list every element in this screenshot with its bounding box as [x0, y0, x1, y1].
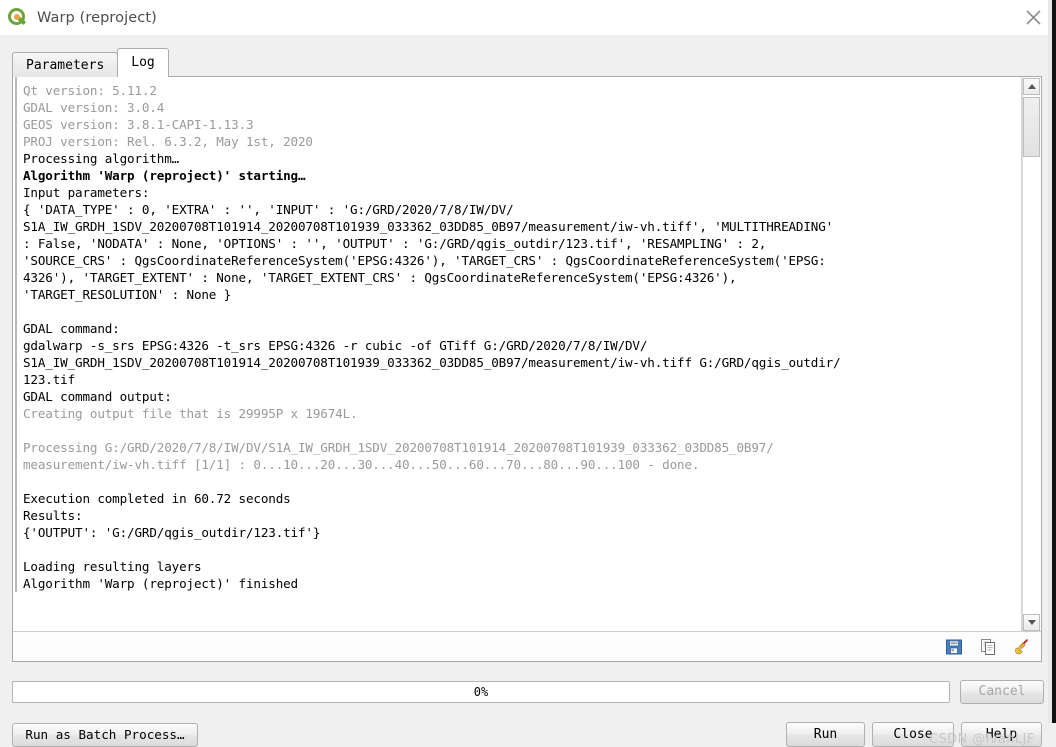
scroll-down-arrow-icon[interactable]: [1023, 614, 1040, 631]
tab-parameters[interactable]: Parameters: [12, 52, 119, 77]
log-line: measurement/iw-vh.tiff [1/1] : 0...10...…: [23, 457, 700, 472]
log-line: 123.tif: [23, 372, 76, 387]
save-icon[interactable]: [944, 637, 964, 657]
log-line: GDAL version: 3.0.4: [23, 100, 165, 115]
log-scroll-area[interactable]: Qt version: 5.11.2 GDAL version: 3.0.4 GEO…: [13, 77, 1022, 632]
log-line: { 'DATA_TYPE' : 0, 'EXTRA' : '', 'INPUT'…: [23, 202, 514, 217]
cancel-button[interactable]: Cancel: [960, 680, 1044, 704]
log-vertical-scrollbar[interactable]: [1022, 78, 1040, 631]
title-bar: Warp (reproject): [0, 0, 1056, 35]
log-line: 'SOURCE_CRS' : QgsCoordinateReferenceSys…: [23, 253, 826, 268]
tab-log[interactable]: Log: [117, 48, 169, 77]
scroll-up-arrow-icon[interactable]: [1023, 78, 1040, 95]
window-edge-dark: [1052, 0, 1056, 723]
log-line: Processing algorithm…: [23, 151, 180, 166]
log-line: 'TARGET_RESOLUTION' : None }: [23, 287, 232, 302]
log-text-content: Qt version: 5.11.2 GDAL version: 3.0.4 GEO…: [15, 77, 1021, 592]
progress-bar: 0%: [12, 681, 950, 703]
scrollbar-track[interactable]: [1023, 95, 1040, 614]
log-line: Input parameters:: [23, 185, 150, 200]
log-line: : False, 'NODATA' : None, 'OPTIONS' : ''…: [23, 236, 767, 251]
log-line: PROJ version: Rel. 6.3.2, May 1st, 2020: [23, 134, 313, 149]
log-line: GDAL command output:: [23, 389, 172, 404]
dialog-body: Parameters Log Qt version: 5.11.2 GDAL ve…: [0, 35, 1056, 747]
log-line: Qt version: 5.11.2: [23, 83, 157, 98]
log-line: Processing G:/GRD/2020/7/8/IW/DV/S1A_IW_…: [23, 440, 774, 455]
log-toolbar: [13, 631, 1041, 661]
run-as-batch-process-button[interactable]: Run as Batch Process…: [12, 723, 198, 747]
log-line: S1A_IW_GRDH_1SDV_20200708T101914_2020070…: [23, 355, 841, 370]
scrollbar-thumb[interactable]: [1023, 97, 1040, 157]
clear-broom-icon[interactable]: [1012, 637, 1032, 657]
close-button[interactable]: Close: [872, 722, 954, 747]
log-line: Algorithm 'Warp (reproject)' starting…: [23, 168, 306, 183]
log-line: Loading resulting layers: [23, 559, 202, 574]
help-button[interactable]: Help: [961, 722, 1042, 747]
log-panel: Qt version: 5.11.2 GDAL version: 3.0.4 GEO…: [12, 76, 1042, 662]
run-button[interactable]: Run: [786, 722, 865, 747]
log-line: Execution completed in 60.72 seconds: [23, 491, 291, 506]
log-line: GEOS version: 3.8.1-CAPI-1.13.3: [23, 117, 254, 132]
copy-icon[interactable]: [978, 637, 998, 657]
tab-bar: Parameters Log: [12, 48, 169, 77]
log-line: 4326'), 'TARGET_EXTENT' : None, 'TARGET_…: [23, 270, 737, 285]
progress-percent-label: 0%: [473, 685, 489, 699]
log-line: Creating output file that is 29995P x 19…: [23, 406, 358, 421]
log-line: Algorithm 'Warp (reproject)' finished: [23, 576, 298, 591]
log-line: Results:: [23, 508, 83, 523]
progress-row: 0% Cancel: [12, 680, 1044, 704]
log-line: gdalwarp -s_srs EPSG:4326 -t_srs EPSG:43…: [23, 338, 648, 353]
qgis-logo-icon: [7, 7, 29, 29]
window-title: Warp (reproject): [37, 9, 157, 26]
log-line: {'OUTPUT': 'G:/GRD/qgis_outdir/123.tif'}: [23, 525, 321, 540]
log-line: GDAL command:: [23, 321, 120, 336]
log-line: S1A_IW_GRDH_1SDV_20200708T101914_2020070…: [23, 219, 834, 234]
